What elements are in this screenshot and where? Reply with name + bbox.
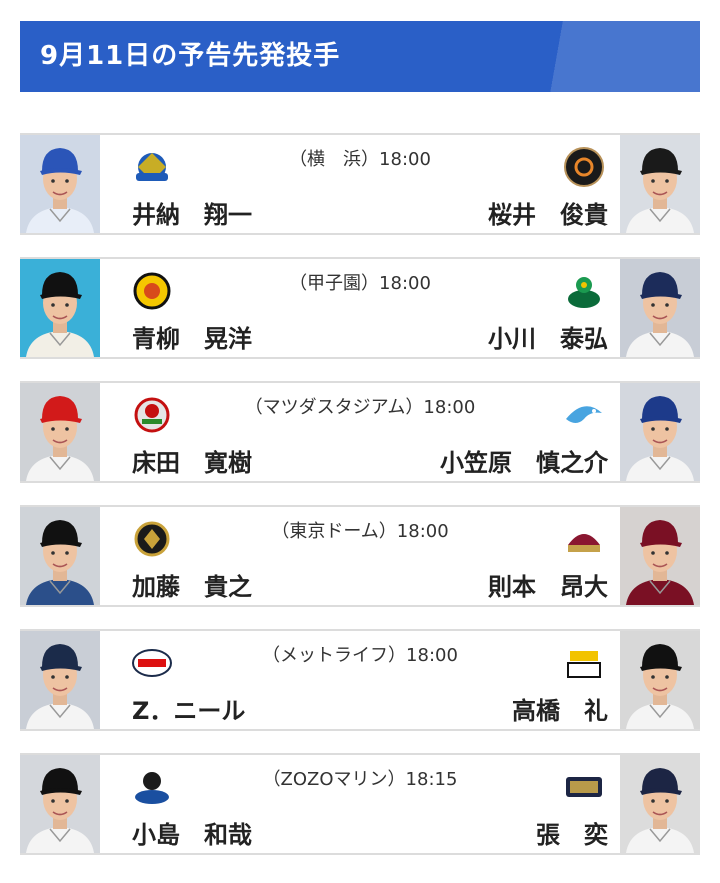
page-title: 9月11日の予告先発投手 <box>40 41 341 71</box>
venue-time: （メットライフ）18:00 <box>262 645 458 666</box>
game-card[interactable]: （甲子園）18:00 青柳 晃洋 小川 泰弘 <box>20 257 700 359</box>
giants-logo-icon <box>560 143 608 191</box>
venue-time: （甲子園）18:00 <box>289 273 431 294</box>
home-pitcher-name[interactable]: 加藤 貴之 <box>132 567 252 602</box>
eagles-logo-icon <box>560 515 608 563</box>
home-pitcher-photo <box>20 631 100 729</box>
home-pitcher-name[interactable]: 青柳 晃洋 <box>132 319 252 354</box>
away-pitcher-name[interactable]: 桜井 俊貴 <box>488 195 608 230</box>
home-pitcher-photo <box>20 259 100 357</box>
venue-time: （横 浜）18:00 <box>289 149 431 170</box>
home-pitcher-name[interactable]: Z．ニール <box>132 691 245 726</box>
swallows-logo-icon <box>560 267 608 315</box>
game-card[interactable]: （東京ドーム）18:00 加藤 貴之 則本 昂大 <box>20 505 700 607</box>
home-pitcher-photo <box>20 383 100 481</box>
away-pitcher-name[interactable]: 小笠原 慎之介 <box>440 443 608 478</box>
page-header: 9月11日の予告先発投手 <box>20 21 700 92</box>
away-pitcher-name[interactable]: 張 奕 <box>536 815 608 850</box>
game-card[interactable]: （横 浜）18:00 井納 翔一 桜井 俊貴 <box>20 133 700 235</box>
away-pitcher-photo <box>620 135 700 233</box>
home-pitcher-photo <box>20 755 100 853</box>
away-pitcher-name[interactable]: 小川 泰弘 <box>488 319 608 354</box>
dragons-logo-icon <box>560 391 608 439</box>
header-decoration <box>530 21 700 92</box>
away-pitcher-photo <box>620 755 700 853</box>
home-pitcher-name[interactable]: 床田 寛樹 <box>132 443 252 478</box>
venue-time: （東京ドーム）18:00 <box>271 521 449 542</box>
hawks-logo-icon <box>560 639 608 687</box>
away-pitcher-photo <box>620 507 700 605</box>
home-pitcher-photo <box>20 135 100 233</box>
venue-time: （ZOZOマリン）18:15 <box>262 769 458 790</box>
away-pitcher-photo <box>620 259 700 357</box>
game-card[interactable]: （ZOZOマリン）18:15 小島 和哉 張 奕 <box>20 753 700 855</box>
game-card[interactable]: （マツダスタジアム）18:00 床田 寛樹 小笠原 慎之介 <box>20 381 700 483</box>
home-pitcher-photo <box>20 507 100 605</box>
home-pitcher-name[interactable]: 井納 翔一 <box>132 195 252 230</box>
home-pitcher-name[interactable]: 小島 和哉 <box>132 815 252 850</box>
away-pitcher-photo <box>620 383 700 481</box>
venue-time: （マツダスタジアム）18:00 <box>244 397 476 418</box>
game-card[interactable]: （メットライフ）18:00 Z．ニール 高橋 礼 <box>20 629 700 731</box>
buffaloes-logo-icon <box>560 763 608 811</box>
away-pitcher-photo <box>620 631 700 729</box>
away-pitcher-name[interactable]: 高橋 礼 <box>512 691 608 726</box>
away-pitcher-name[interactable]: 則本 昂大 <box>488 567 608 602</box>
